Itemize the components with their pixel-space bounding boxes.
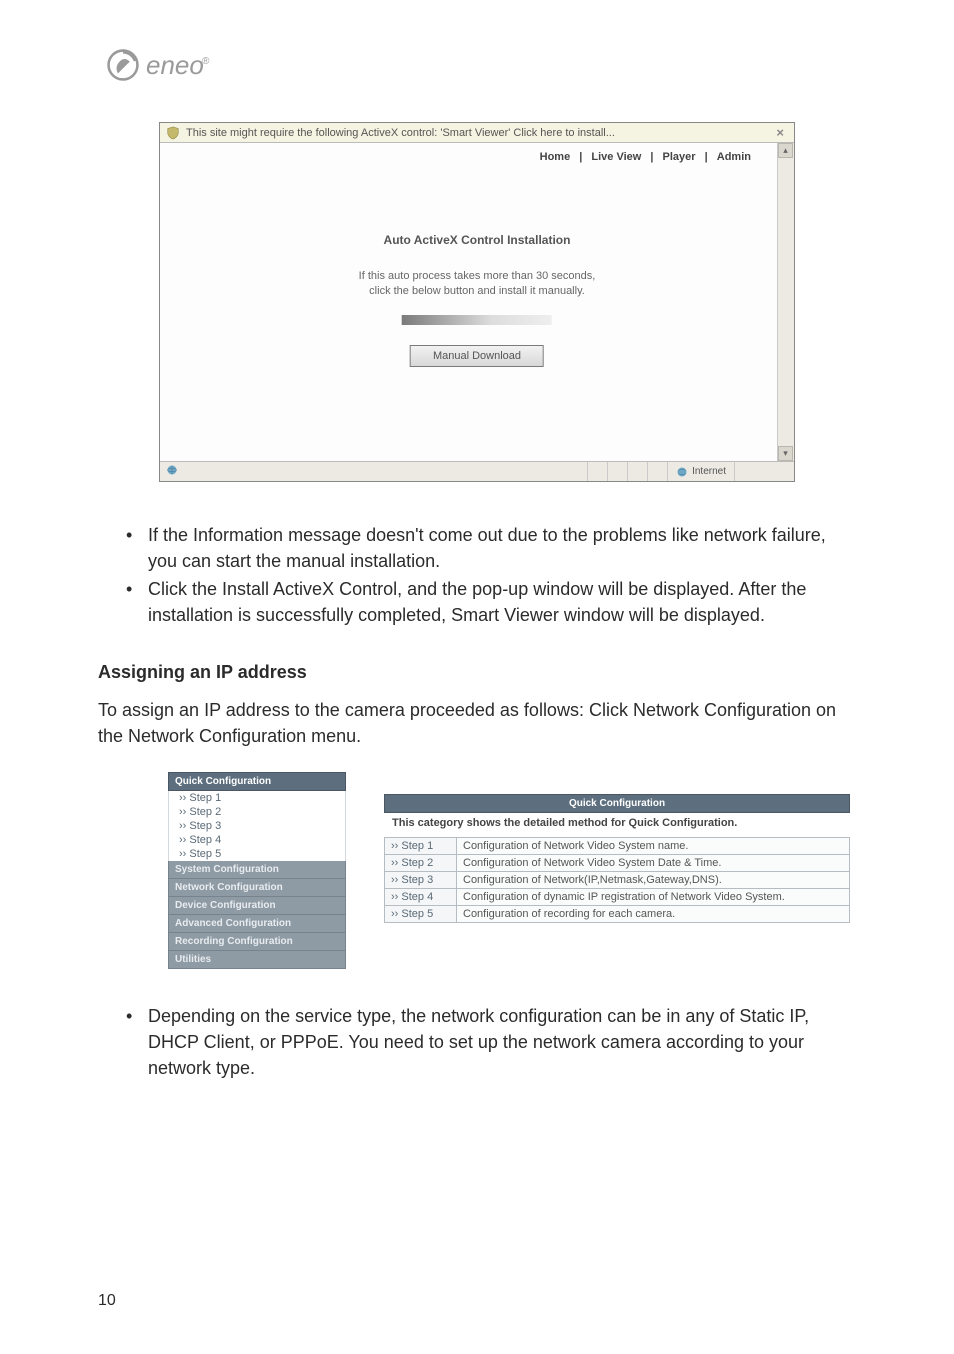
- tab-live-view[interactable]: Live View: [588, 151, 644, 163]
- brand-logo: eneo®: [106, 48, 856, 82]
- qc-step-label[interactable]: ›› Step 4: [385, 888, 457, 905]
- infobar-text: This site might require the following Ac…: [186, 127, 772, 139]
- sidebar-step-5[interactable]: ›› Step 5: [168, 847, 346, 861]
- sidebar-advanced-configuration[interactable]: Advanced Configuration: [168, 915, 346, 933]
- qc-step-label[interactable]: ›› Step 3: [385, 871, 457, 888]
- sidebar-utilities[interactable]: Utilities: [168, 951, 346, 969]
- qc-steps-table: ›› Step 1Configuration of Network Video …: [384, 837, 850, 923]
- progress-bar: [402, 315, 552, 325]
- section-heading: Assigning an IP address: [98, 662, 856, 683]
- sidebar-recording-configuration[interactable]: Recording Configuration: [168, 933, 346, 951]
- sidebar-network-configuration[interactable]: Network Configuration: [168, 879, 346, 897]
- ie-infobar[interactable]: This site might require the following Ac…: [160, 123, 794, 143]
- qc-step-label[interactable]: ›› Step 1: [385, 837, 457, 854]
- qc-step-desc: Configuration of recording for each came…: [457, 905, 850, 922]
- qc-caption: This category shows the detailed method …: [384, 813, 850, 837]
- bullet-item: Click the Install ActiveX Control, and t…: [126, 576, 856, 628]
- internet-zone-label: Internet: [692, 466, 726, 477]
- table-row: ›› Step 2Configuration of Network Video …: [385, 854, 850, 871]
- shield-icon: [166, 126, 180, 140]
- table-row: ›› Step 5Configuration of recording for …: [385, 905, 850, 922]
- vertical-scrollbar[interactable]: ▴ ▾: [777, 143, 794, 461]
- activex-heading: Auto ActiveX Control Installation: [359, 233, 596, 247]
- brand-name: eneo®: [146, 50, 209, 81]
- qc-title: Quick Configuration: [384, 794, 850, 813]
- activex-install-screenshot: This site might require the following Ac…: [159, 122, 795, 482]
- qc-step-desc: Configuration of dynamic IP registration…: [457, 888, 850, 905]
- page-number: 10: [98, 1292, 116, 1310]
- sidebar-system-configuration[interactable]: System Configuration: [168, 861, 346, 879]
- status-globe-icon: [160, 463, 184, 481]
- bullet-item: Depending on the service type, the netwo…: [126, 1003, 856, 1081]
- table-row: ›› Step 1Configuration of Network Video …: [385, 837, 850, 854]
- sidebar-step-1[interactable]: ›› Step 1: [168, 791, 346, 805]
- internet-zone-icon: [676, 466, 688, 478]
- scroll-up-icon[interactable]: ▴: [778, 143, 793, 158]
- table-row: ›› Step 4Configuration of dynamic IP reg…: [385, 888, 850, 905]
- activex-message: If this auto process takes more than 30 …: [359, 269, 596, 299]
- scroll-down-icon[interactable]: ▾: [778, 446, 793, 461]
- eneo-logo-icon: [106, 48, 140, 82]
- bullet-item: If the Information message doesn't come …: [126, 522, 856, 574]
- qc-step-desc: Configuration of Network Video System Da…: [457, 854, 850, 871]
- tab-player[interactable]: Player: [660, 151, 699, 163]
- tab-home[interactable]: Home: [537, 151, 574, 163]
- config-ui-screenshot: Quick Configuration ›› Step 1 ›› Step 2 …: [168, 772, 856, 969]
- sidebar-step-3[interactable]: ›› Step 3: [168, 819, 346, 833]
- config-sidebar: Quick Configuration ›› Step 1 ›› Step 2 …: [168, 772, 346, 969]
- manual-download-button[interactable]: Manual Download: [410, 345, 544, 367]
- sidebar-device-configuration[interactable]: Device Configuration: [168, 897, 346, 915]
- qc-step-desc: Configuration of Network(IP,Netmask,Gate…: [457, 871, 850, 888]
- section-paragraph: To assign an IP address to the camera pr…: [98, 697, 856, 749]
- sidebar-header-quick[interactable]: Quick Configuration: [168, 772, 346, 791]
- table-row: ›› Step 3Configuration of Network(IP,Net…: [385, 871, 850, 888]
- quick-configuration-panel: Quick Configuration This category shows …: [384, 794, 850, 923]
- tab-admin[interactable]: Admin: [714, 151, 754, 163]
- page-tabs: Home | Live View | Player | Admin: [537, 151, 754, 163]
- infobar-close-icon[interactable]: ×: [772, 125, 788, 140]
- ie-status-bar: Internet: [160, 461, 794, 481]
- qc-step-label[interactable]: ›› Step 2: [385, 854, 457, 871]
- sidebar-step-2[interactable]: ›› Step 2: [168, 805, 346, 819]
- sidebar-step-4[interactable]: ›› Step 4: [168, 833, 346, 847]
- qc-step-label[interactable]: ›› Step 5: [385, 905, 457, 922]
- qc-step-desc: Configuration of Network Video System na…: [457, 837, 850, 854]
